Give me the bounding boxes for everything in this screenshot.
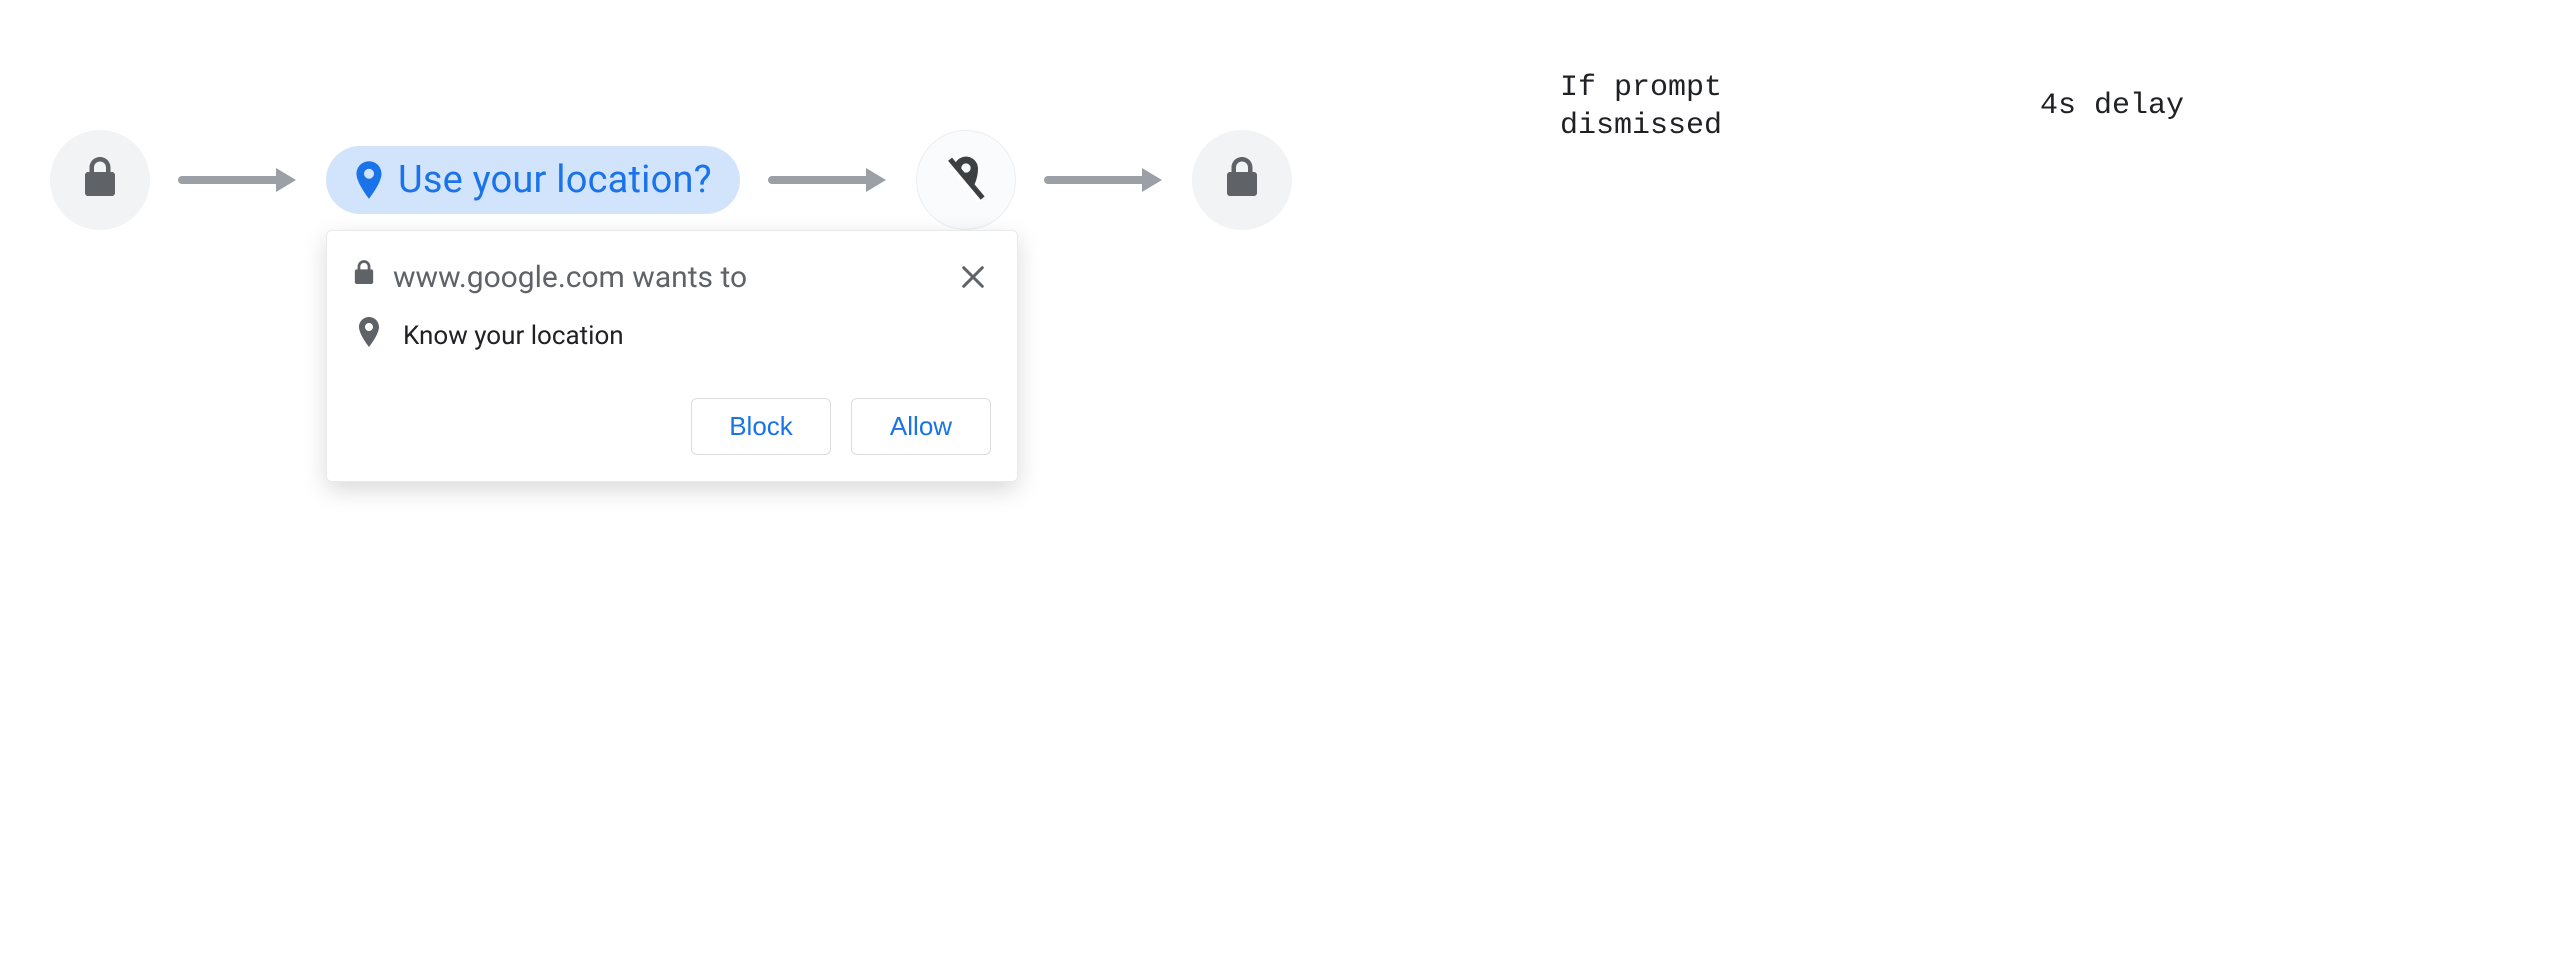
permission-popup: www.google.com wants to Know your locati… — [326, 230, 1018, 482]
lock-icon — [353, 259, 375, 295]
lock-state-final — [1192, 130, 1292, 230]
popup-title-row: www.google.com wants to — [353, 259, 747, 295]
location-blocked-state — [916, 130, 1016, 230]
close-icon — [959, 263, 987, 291]
flow-row: Use your location? www.google.com wants … — [50, 130, 1292, 230]
arrow-icon — [1044, 160, 1164, 200]
block-button[interactable]: Block — [691, 398, 831, 455]
location-off-icon — [944, 154, 988, 206]
lock-icon — [1224, 157, 1260, 203]
prompt-state: Use your location? www.google.com wants … — [326, 146, 740, 214]
arrow-icon — [768, 160, 888, 200]
permission-label: Know your location — [403, 321, 624, 351]
lock-state-initial — [50, 130, 150, 230]
location-chip[interactable]: Use your location? — [326, 146, 740, 214]
lock-icon — [82, 157, 118, 203]
location-pin-icon — [354, 161, 384, 199]
arrow-icon — [178, 160, 298, 200]
caption-dismissed: If prompt dismissed — [1560, 70, 1722, 145]
close-button[interactable] — [955, 259, 991, 295]
allow-button[interactable]: Allow — [851, 398, 991, 455]
location-pin-icon — [357, 317, 381, 354]
caption-delay: 4s delay — [2040, 88, 2184, 126]
popup-permission-row: Know your location — [357, 317, 991, 354]
chip-label: Use your location? — [398, 158, 712, 202]
popup-site-text: www.google.com wants to — [393, 260, 747, 295]
